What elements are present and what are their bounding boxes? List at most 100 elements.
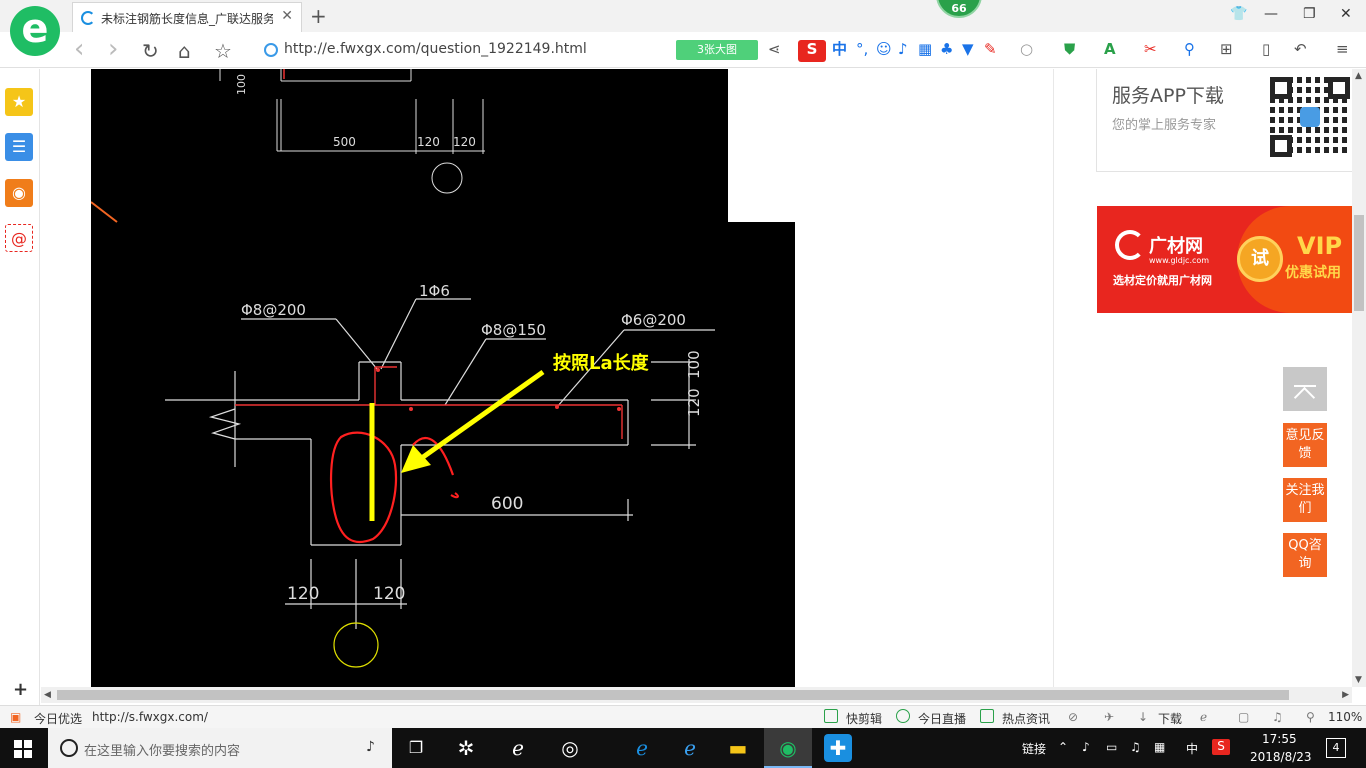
refresh-button[interactable]: ↻ bbox=[142, 39, 159, 63]
sogou-ime-icon[interactable]: S bbox=[1212, 739, 1230, 755]
file-explorer-icon[interactable]: ▬ bbox=[724, 734, 752, 762]
emoji-icon[interactable]: ☺ bbox=[876, 40, 892, 58]
forward-button[interactable]: › bbox=[108, 34, 118, 64]
address-url[interactable]: http://e.fwxgx.com/question_1922149.html bbox=[284, 41, 587, 57]
shirt-icon[interactable]: ▼ bbox=[962, 40, 974, 58]
scroll-up-icon[interactable]: ▲ bbox=[1355, 71, 1362, 81]
edge-icon[interactable]: ℯ bbox=[628, 734, 656, 762]
pinwheel-icon[interactable]: ✲ bbox=[452, 734, 480, 762]
windows-taskbar: 在这里输入你要搜索的内容 ♪ ❐ ✲ ℯ ◎ ℯ ℯ ▬ ◉ ✚ 链接 ⌃ ♪ … bbox=[0, 728, 1366, 768]
start-icon[interactable] bbox=[14, 740, 32, 758]
sidebar-add-button[interactable]: + bbox=[13, 679, 28, 700]
window-icon[interactable]: ▢ bbox=[1238, 710, 1249, 724]
vertical-scroll-thumb[interactable] bbox=[1354, 215, 1364, 311]
translate-icon[interactable]: 中 bbox=[832, 40, 847, 58]
undo-icon[interactable]: ↶ bbox=[1294, 40, 1307, 58]
tools-icon[interactable]: ✎ bbox=[984, 40, 997, 58]
quick-edit-link[interactable]: 快剪辑 bbox=[846, 710, 882, 727]
search-icon[interactable]: ○ bbox=[1020, 40, 1033, 58]
download-icon[interactable]: ↓ bbox=[1138, 710, 1148, 724]
feedback-button[interactable]: 意见反馈 bbox=[1283, 423, 1327, 467]
dim-120-right: 120 bbox=[685, 388, 703, 417]
scroll-down-icon[interactable]: ▼ bbox=[1355, 675, 1362, 685]
follow-us-button[interactable]: 关注我们 bbox=[1283, 478, 1327, 522]
share-icon[interactable]: ⋖ bbox=[768, 40, 781, 58]
network-icon[interactable]: ▭ bbox=[1106, 740, 1117, 754]
zoom-level[interactable]: 110% bbox=[1328, 710, 1362, 724]
app-spiral-icon[interactable]: ◎ bbox=[556, 734, 584, 762]
back-to-top-button[interactable] bbox=[1283, 367, 1327, 411]
cut-icon[interactable]: ✂ bbox=[1144, 40, 1157, 58]
ime-indicator[interactable]: 中 bbox=[1186, 740, 1198, 757]
horizontal-scroll-thumb[interactable] bbox=[57, 690, 1289, 700]
cortana-icon bbox=[60, 739, 78, 757]
mail-icon[interactable]: @ bbox=[5, 224, 33, 252]
menu-icon[interactable]: ≡ bbox=[1336, 40, 1349, 58]
live-link[interactable]: 今日直播 bbox=[918, 710, 966, 727]
scroll-right-icon[interactable]: ▶ bbox=[1342, 690, 1349, 700]
today-picks-link[interactable]: 今日优选 bbox=[34, 710, 82, 727]
punctuation-icon[interactable]: °, bbox=[856, 40, 868, 58]
pin-icon[interactable]: ✈ bbox=[1104, 710, 1114, 724]
qq-consult-button[interactable]: QQ咨询 bbox=[1283, 533, 1327, 577]
speed-icon[interactable]: ⊘ bbox=[1068, 710, 1078, 724]
back-button[interactable]: ‹ bbox=[74, 34, 84, 64]
ie-mode-icon[interactable]: ℯ bbox=[1200, 710, 1207, 724]
translate-app-icon[interactable]: A bbox=[1104, 40, 1116, 58]
shield-icon[interactable]: ⛊ bbox=[1064, 40, 1075, 58]
keyboard-icon[interactable]: ▦ bbox=[918, 40, 932, 58]
scroll-left-icon[interactable]: ◀ bbox=[44, 690, 51, 700]
minimize-button[interactable]: — bbox=[1264, 6, 1278, 22]
qr-eye bbox=[1270, 77, 1292, 99]
cad-drawing: 100 500 120 120 Φ8@200 1Φ6 Φ8@150 Φ6@200… bbox=[91, 69, 715, 668]
action-center-icon[interactable]: 4 bbox=[1326, 738, 1346, 758]
mic-icon[interactable]: ♪ bbox=[898, 40, 908, 58]
taskbar-link-label[interactable]: 链接 bbox=[1022, 740, 1046, 757]
task-view-icon[interactable]: ❐ bbox=[402, 734, 430, 762]
favorite-button[interactable]: ☆ bbox=[214, 39, 232, 63]
apps-icon[interactable]: ⊞ bbox=[1220, 40, 1233, 58]
clock-date[interactable]: 2018/8/23 bbox=[1250, 750, 1312, 764]
ie-icon[interactable]: ℯ bbox=[676, 734, 704, 762]
restore-button[interactable]: ❐ bbox=[1303, 6, 1316, 22]
tray-expand-icon[interactable]: ⌃ bbox=[1058, 740, 1068, 754]
horizontal-scrollbar[interactable]: ◀ ▶ bbox=[41, 687, 1352, 703]
reading-list-icon[interactable]: ☰ bbox=[5, 133, 33, 161]
ad-banner[interactable]: 广材网 www.gldjc.com 选材定价就用广材网 试 VIP 优惠试用 bbox=[1097, 206, 1352, 313]
page-content: 100 500 120 120 Φ8@200 1Φ6 Φ8@150 Φ6@200… bbox=[41, 69, 1352, 687]
browser-logo-icon[interactable]: e bbox=[10, 6, 60, 56]
phone-icon[interactable]: ▯ bbox=[1262, 40, 1270, 58]
find-icon[interactable]: ⚲ bbox=[1184, 40, 1195, 58]
app-download-card[interactable]: 服务APP下载 您的掌上服务专家 bbox=[1096, 69, 1352, 172]
feiq-icon[interactable]: ✚ bbox=[824, 734, 852, 762]
new-tab-button[interactable]: + bbox=[310, 4, 327, 28]
skin-icon[interactable]: ♣ bbox=[940, 40, 953, 58]
qr-eye bbox=[1270, 135, 1292, 157]
ad-brand: 广材网 bbox=[1149, 236, 1203, 257]
home-button[interactable]: ⌂ bbox=[178, 39, 191, 63]
qr-logo-icon bbox=[1300, 107, 1320, 127]
sogou-icon[interactable]: S bbox=[798, 40, 826, 62]
browser-task-icon[interactable]: ◉ bbox=[774, 734, 802, 762]
tab-active[interactable]: 未标注钢筋长度信息_广联达服务 ✕ bbox=[72, 2, 302, 32]
download-link[interactable]: 下载 bbox=[1158, 710, 1182, 727]
news-link[interactable]: 热点资讯 bbox=[1002, 710, 1050, 727]
clock-time[interactable]: 17:55 bbox=[1262, 732, 1297, 746]
vertical-scrollbar[interactable]: ▲ ▼ bbox=[1352, 69, 1366, 687]
big-image-button[interactable]: 3张大图 bbox=[676, 40, 758, 60]
close-button[interactable]: ✕ bbox=[1340, 6, 1352, 22]
volume-icon[interactable]: ♫ bbox=[1272, 710, 1283, 724]
tab-close-icon[interactable]: ✕ bbox=[281, 8, 293, 24]
keyboard-icon[interactable]: ▦ bbox=[1154, 740, 1165, 754]
weibo-icon[interactable]: ◉ bbox=[5, 179, 33, 207]
volume-icon[interactable]: ♫ bbox=[1130, 740, 1141, 754]
skin-icon[interactable]: 👕 bbox=[1230, 6, 1247, 22]
favorites-icon[interactable]: ★ bbox=[5, 88, 33, 116]
mic-icon[interactable]: ♪ bbox=[366, 739, 375, 755]
notification-badge[interactable]: 66 bbox=[936, 0, 982, 18]
notification-bell-icon[interactable]: ♪ bbox=[1082, 740, 1090, 754]
zoom-icon[interactable]: ⚲ bbox=[1306, 710, 1315, 724]
edge-browser-icon[interactable]: ℯ bbox=[504, 734, 532, 762]
taskbar-search[interactable]: 在这里输入你要搜索的内容 ♪ bbox=[48, 728, 392, 768]
gift-icon[interactable]: ▣ bbox=[10, 710, 21, 724]
